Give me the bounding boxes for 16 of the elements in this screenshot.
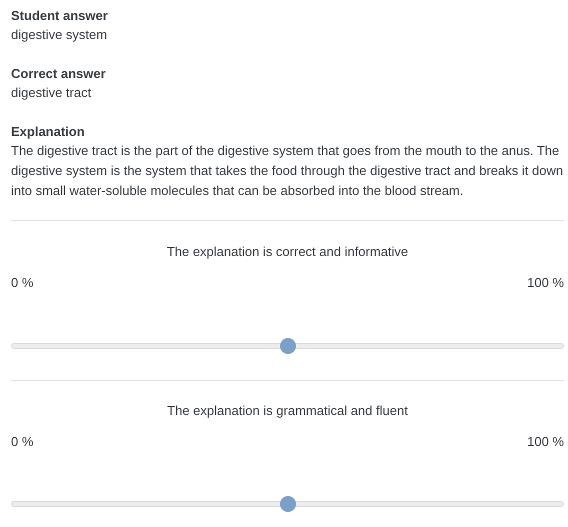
rating-question: The explanation is grammatical and fluent bbox=[166, 402, 409, 420]
min-label: 0 % bbox=[11, 434, 34, 450]
field-label: Correct answer bbox=[11, 65, 107, 83]
min-label: 0 % bbox=[11, 275, 34, 291]
slider-track[interactable] bbox=[11, 496, 564, 512]
max-label: 100 % bbox=[527, 434, 564, 450]
slider-thumb[interactable] bbox=[280, 496, 296, 512]
field-value: digestive tract bbox=[11, 84, 92, 102]
slider-thumb[interactable] bbox=[280, 338, 296, 354]
slider-track[interactable] bbox=[11, 338, 564, 354]
max-label: 100 % bbox=[527, 275, 564, 291]
field-value: The digestive tract is the part of the digestive system that goes from the mouth to the anus. The digestive system is the system that takes the food through the digestive tract and breaks it down into small water-soluble molecules that can be absorbed into the blood stream. bbox=[11, 142, 564, 200]
rating-question: The explanation is correct and informative bbox=[166, 243, 410, 261]
field-value: digestive system bbox=[11, 26, 108, 44]
field-label: Student answer bbox=[11, 7, 109, 25]
field-label: Explanation bbox=[11, 123, 86, 141]
